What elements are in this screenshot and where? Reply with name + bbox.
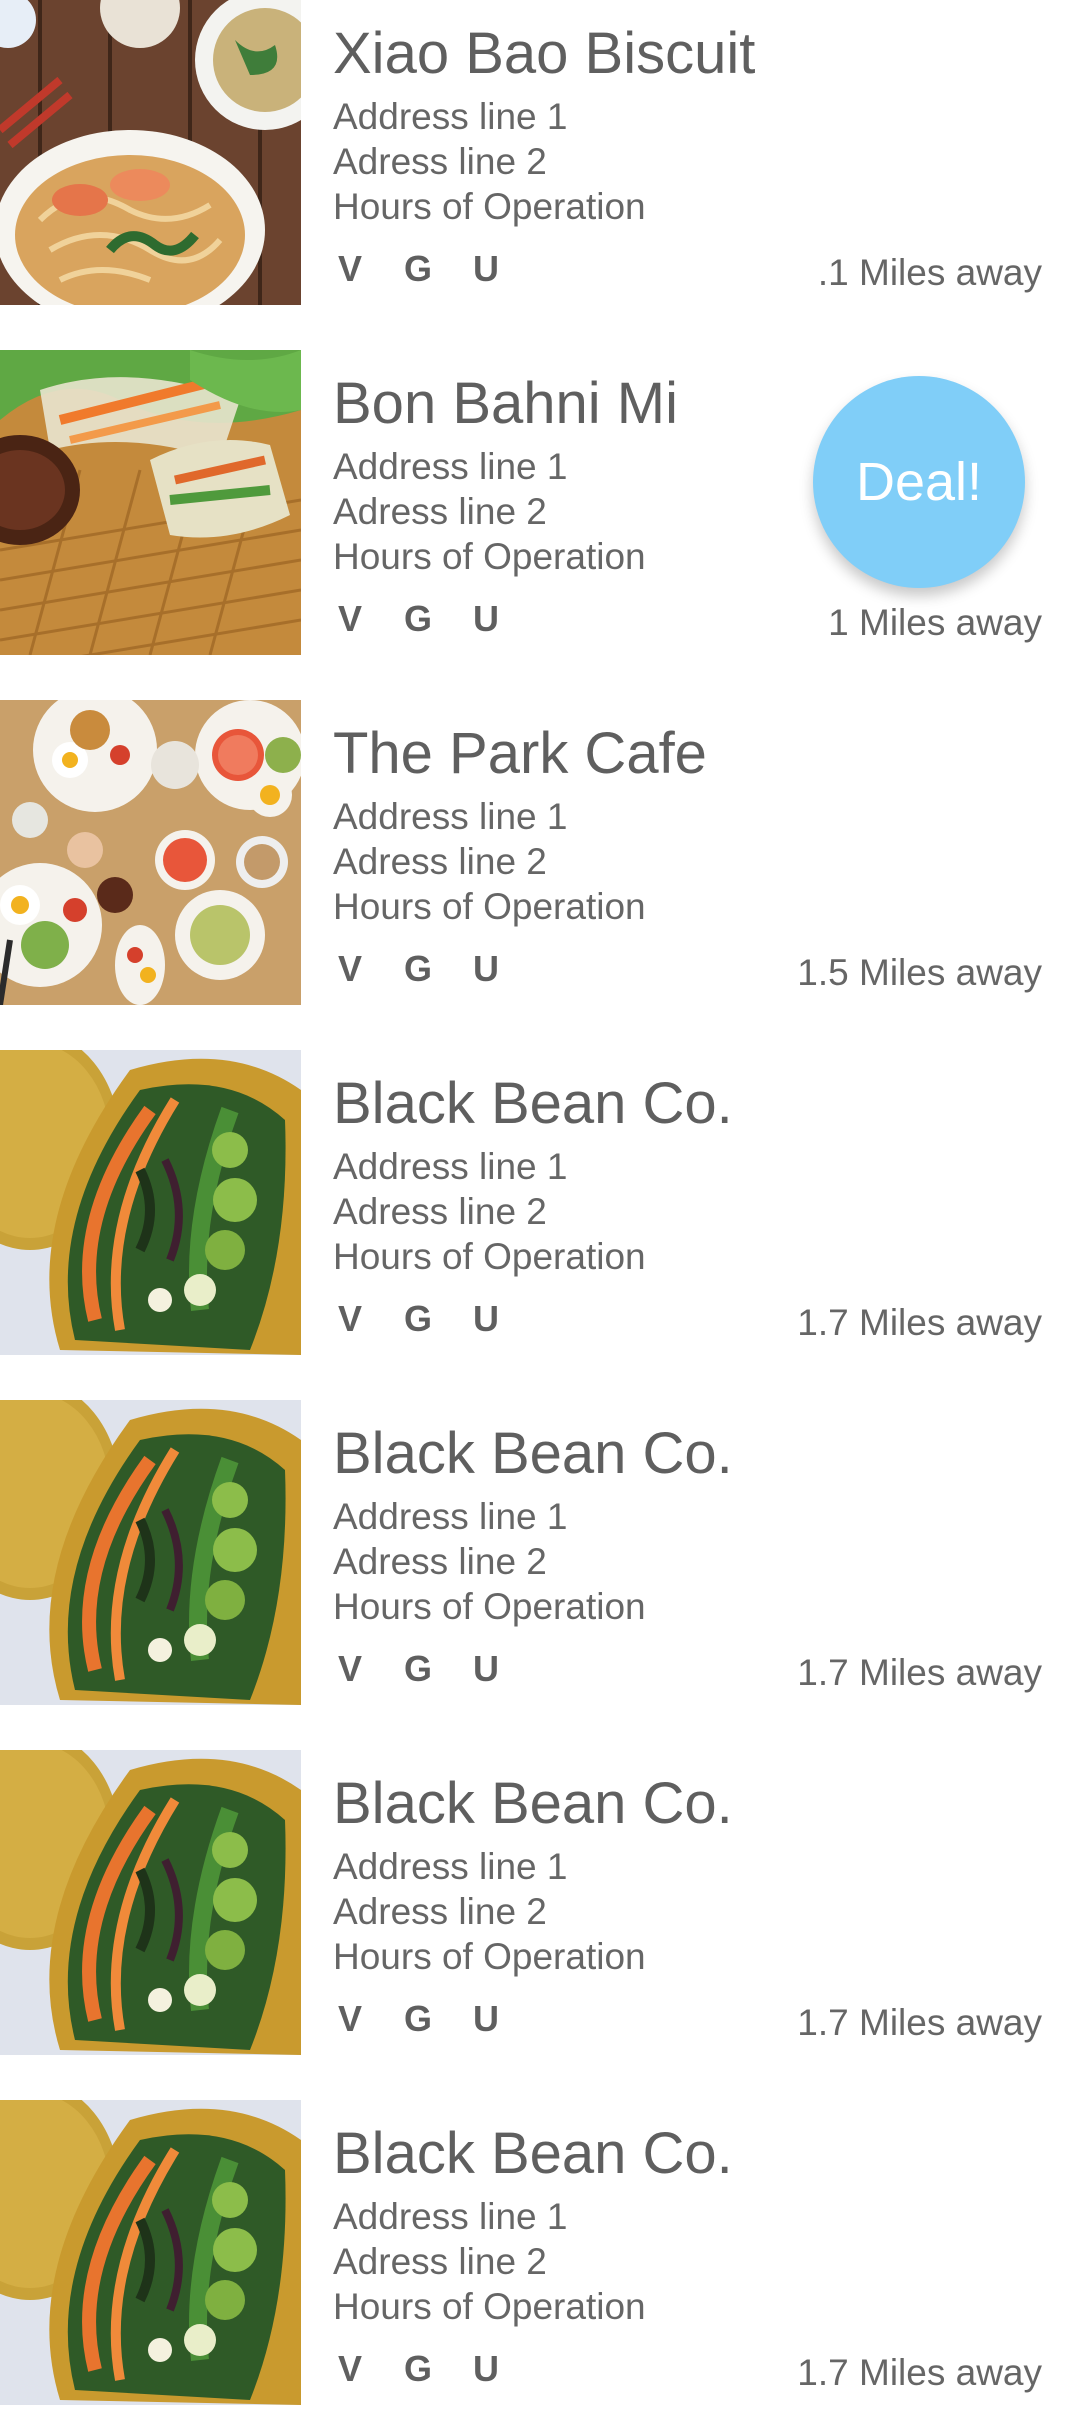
restaurant-card-black-bean-co[interactable]: Black Bean Co. Address line 1 Adress lin… [0, 1750, 1065, 2055]
hours-of-operation: Hours of Operation [333, 1236, 646, 1277]
restaurant-photo [0, 2100, 301, 2405]
restaurant-card-black-bean-co[interactable]: Black Bean Co. Address line 1 Adress lin… [0, 2100, 1065, 2405]
gluten-free-tag: G [404, 248, 433, 289]
deal-badge[interactable]: Deal! [813, 376, 1025, 588]
address-line-2: Adress line 2 [333, 841, 547, 882]
address-line-1: Address line 1 [333, 446, 568, 487]
noodle-bowl-photo [0, 0, 301, 305]
restaurant-card-black-bean-co[interactable]: Black Bean Co. Address line 1 Adress lin… [0, 1400, 1065, 1705]
address-line-1: Address line 1 [333, 2196, 568, 2237]
hours-of-operation: Hours of Operation [333, 1586, 646, 1627]
restaurant-name: The Park Cafe [333, 721, 707, 786]
veggie-wrap-photo [0, 1400, 301, 1705]
u-tag: U [473, 248, 499, 289]
gluten-free-tag: G [404, 1648, 433, 1689]
hours-of-operation: Hours of Operation [333, 1936, 646, 1977]
address-line-1: Address line 1 [333, 96, 568, 137]
address-line-2: Adress line 2 [333, 1191, 547, 1232]
address-line-1: Address line 1 [333, 1496, 568, 1537]
restaurant-photo [0, 1750, 301, 2055]
restaurant-name: Xiao Bao Biscuit [333, 21, 756, 86]
restaurant-photo [0, 1400, 301, 1705]
gluten-free-tag: G [404, 2348, 433, 2389]
hours-of-operation: Hours of Operation [333, 886, 646, 927]
hours-of-operation: Hours of Operation [333, 536, 646, 577]
address-line-2: Adress line 2 [333, 491, 547, 532]
address-line-1: Address line 1 [333, 796, 568, 837]
address-line-2: Adress line 2 [333, 2241, 547, 2282]
vegetarian-tag: V [338, 2348, 363, 2389]
vegetarian-tag: V [338, 948, 363, 989]
vegetarian-tag: V [338, 598, 363, 639]
gluten-free-tag: G [404, 1998, 433, 2039]
restaurant-photo [0, 1050, 301, 1355]
address-line-2: Adress line 2 [333, 1891, 547, 1932]
u-tag: U [473, 1998, 499, 2039]
distance-label: 1.5 Miles away [797, 952, 1042, 993]
address-line-1: Address line 1 [333, 1846, 568, 1887]
vegetarian-tag: V [338, 1998, 363, 2039]
restaurant-photo [0, 0, 301, 305]
restaurant-name: Black Bean Co. [333, 1771, 733, 1836]
restaurant-photo [0, 350, 301, 655]
address-line-1: Address line 1 [333, 1146, 568, 1187]
restaurant-name: Bon Bahni Mi [333, 371, 678, 436]
restaurant-photo [0, 700, 301, 1005]
distance-label: .1 Miles away [817, 252, 1042, 293]
u-tag: U [473, 1648, 499, 1689]
address-line-2: Adress line 2 [333, 1541, 547, 1582]
veggie-wrap-photo [0, 1050, 301, 1355]
distance-label: 1.7 Miles away [797, 2352, 1042, 2393]
vegetarian-tag: V [338, 1298, 363, 1339]
restaurant-card-the-park-cafe[interactable]: The Park Cafe Address line 1 Adress line… [0, 700, 1065, 1005]
restaurant-name: Black Bean Co. [333, 1071, 733, 1136]
restaurant-card-black-bean-co[interactable]: Black Bean Co. Address line 1 Adress lin… [0, 1050, 1065, 1355]
distance-label: 1.7 Miles away [797, 1302, 1042, 1343]
gluten-free-tag: G [404, 948, 433, 989]
veggie-wrap-photo [0, 2100, 301, 2405]
distance-label: 1.7 Miles away [797, 1652, 1042, 1693]
restaurant-name: Black Bean Co. [333, 2121, 733, 2186]
restaurant-card-bon-bahni-mi[interactable]: Bon Bahni Mi Address line 1 Adress line … [0, 350, 1065, 655]
u-tag: U [473, 2348, 499, 2389]
vegetarian-tag: V [338, 248, 363, 289]
gluten-free-tag: G [404, 1298, 433, 1339]
restaurant-name: Black Bean Co. [333, 1421, 733, 1486]
restaurant-card-xiao-bao-biscuit[interactable]: Xiao Bao Biscuit Address line 1 Adress l… [0, 0, 1065, 305]
gluten-free-tag: G [404, 598, 433, 639]
spring-rolls-photo [0, 350, 301, 655]
hours-of-operation: Hours of Operation [333, 186, 646, 227]
vegetarian-tag: V [338, 1648, 363, 1689]
u-tag: U [473, 1298, 499, 1339]
hours-of-operation: Hours of Operation [333, 2286, 646, 2327]
brunch-table-photo [0, 700, 301, 1005]
address-line-2: Adress line 2 [333, 141, 547, 182]
u-tag: U [473, 948, 499, 989]
u-tag: U [473, 598, 499, 639]
distance-label: 1.7 Miles away [797, 2002, 1042, 2043]
distance-label: 1 Miles away [828, 602, 1042, 643]
veggie-wrap-photo [0, 1750, 301, 2055]
